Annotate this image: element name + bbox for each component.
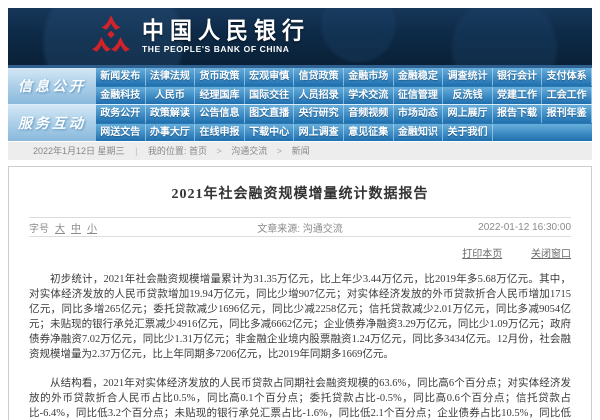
breadcrumb-separator: > bbox=[277, 146, 282, 156]
nav-item[interactable]: 货币政策 bbox=[195, 68, 245, 86]
nav-item[interactable]: 网上调查 bbox=[294, 124, 344, 141]
nav-item[interactable]: 支付体系 bbox=[542, 68, 592, 86]
article-panel: 2021年社会融资规模增量统计数据报告 字号 大中小 文章来源: 沟通交流 20… bbox=[8, 166, 592, 420]
nav-item[interactable]: 金融科技 bbox=[96, 87, 146, 104]
breadcrumb-separator: > bbox=[216, 146, 221, 156]
nav-item[interactable]: 反洗钱 bbox=[443, 87, 493, 104]
article-body: 初步统计，2021年社会融资规模增量累计为31.35万亿元，比上年少3.44万亿… bbox=[29, 272, 571, 420]
nav-item[interactable]: 征信管理 bbox=[394, 87, 444, 104]
nav-row: 金融科技人民币经理国库国际交往人员招录学术交流征信管理反洗钱党建工作工会工作 bbox=[96, 86, 592, 104]
nav-section-information-disclosure: 信息公开 新闻发布法律法规货币政策宏观审慎信贷政策金融市场金融稳定调查统计银行会… bbox=[8, 68, 592, 104]
nav-label-service-interaction[interactable]: 服务互动 bbox=[8, 105, 96, 141]
nav-item[interactable]: 网送文告 bbox=[96, 124, 146, 141]
nav-item[interactable]: 工会工作 bbox=[542, 87, 592, 104]
nav-section-service-interaction: 服务互动 政务公开政策解读公告信息图文直播央行研究音频视频市场动态网上展厅报告下… bbox=[8, 104, 592, 141]
nav-item[interactable]: 信贷政策 bbox=[294, 68, 344, 86]
nav-item[interactable]: 政务公开 bbox=[96, 105, 146, 123]
font-size-option[interactable]: 小 bbox=[87, 220, 97, 235]
breadcrumb-location-label: 我的位置: bbox=[148, 146, 187, 156]
article-title: 2021年社会融资规模增量统计数据报告 bbox=[29, 183, 571, 203]
nav-item[interactable]: 报刊年鉴 bbox=[542, 105, 592, 123]
nav-item[interactable]: 报告下载 bbox=[493, 105, 543, 123]
nav-item[interactable]: 银行会计 bbox=[493, 68, 543, 86]
nav-item[interactable]: 央行研究 bbox=[294, 105, 344, 123]
font-size-label: 字号 bbox=[29, 220, 49, 235]
nav-row: 政务公开政策解读公告信息图文直播央行研究音频视频市场动态网上展厅报告下载报刊年鉴 bbox=[96, 105, 592, 123]
nav-item[interactable]: 公告信息 bbox=[195, 105, 245, 123]
bank-name-english: THE PEOPLE'S BANK OF CHINA bbox=[142, 44, 310, 54]
article-source: 文章来源: 沟通交流 bbox=[204, 220, 396, 235]
nav-item[interactable]: 意见征集 bbox=[344, 124, 394, 141]
nav-row: 网送文告办事大厅在线申报下载中心网上调查意见征集金融知识关于我们 bbox=[96, 123, 592, 141]
nav-item[interactable]: 办事大厅 bbox=[146, 124, 196, 141]
nav-item[interactable]: 金融知识 bbox=[394, 124, 444, 141]
breadcrumb-link-news[interactable]: 新闻 bbox=[292, 146, 310, 156]
print-page-link[interactable]: 打印本页 bbox=[462, 249, 502, 260]
nav-item[interactable]: 关于我们 bbox=[443, 124, 493, 141]
article-paragraph: 从结构看，2021年对实体经济发放的人民币贷款占同期社会融资规模的63.6%，同… bbox=[29, 376, 571, 420]
nav-item[interactable]: 新闻发布 bbox=[96, 68, 146, 86]
nav-item[interactable]: 调查统计 bbox=[443, 68, 493, 86]
breadcrumb: 2022年1月12日 星期三 | 我的位置: 首页 > 沟通交流 > 新闻 bbox=[8, 142, 592, 160]
nav-item[interactable]: 下载中心 bbox=[245, 124, 295, 141]
nav-item[interactable]: 人民币 bbox=[146, 87, 196, 104]
article-datetime: 2022-01-12 16:30:00 bbox=[396, 222, 571, 233]
nav-item[interactable]: 图文直播 bbox=[245, 105, 295, 123]
nav-item[interactable]: 政策解读 bbox=[146, 105, 196, 123]
nav-item[interactable]: 学术交流 bbox=[344, 87, 394, 104]
nav-item[interactable]: 党建工作 bbox=[493, 87, 543, 104]
breadcrumb-date: 2022年1月12日 星期三 bbox=[33, 146, 125, 156]
article-actions: 打印本页 关闭窗口 bbox=[29, 245, 571, 260]
close-window-link[interactable]: 关闭窗口 bbox=[531, 249, 571, 260]
nav-item[interactable]: 国际交往 bbox=[245, 87, 295, 104]
breadcrumb-link-communication[interactable]: 沟通交流 bbox=[231, 146, 267, 156]
nav-item[interactable]: 金融市场 bbox=[344, 68, 394, 86]
nav-item[interactable]: 经理国库 bbox=[195, 87, 245, 104]
nav-item[interactable]: 金融稳定 bbox=[394, 68, 444, 86]
nav-label-information-disclosure[interactable]: 信息公开 bbox=[8, 68, 96, 104]
site-header: 中国人民银行 THE PEOPLE'S BANK OF CHINA bbox=[8, 8, 592, 68]
font-size-options: 大中小 bbox=[55, 220, 97, 235]
nav-row: 新闻发布法律法规货币政策宏观审慎信贷政策金融市场金融稳定调查统计银行会计支付体系 bbox=[96, 68, 592, 86]
nav-item[interactable]: 法律法规 bbox=[146, 68, 196, 86]
pboc-logo-icon bbox=[92, 14, 130, 60]
font-size-option[interactable]: 中 bbox=[71, 220, 81, 235]
nav-item[interactable]: 音频视频 bbox=[344, 105, 394, 123]
pboc-webpage: 中国人民银行 THE PEOPLE'S BANK OF CHINA 信息公开 新… bbox=[0, 0, 600, 420]
nav-item[interactable]: 宏观审慎 bbox=[245, 68, 295, 86]
nav-item[interactable]: 市场动态 bbox=[394, 105, 444, 123]
font-size-option[interactable]: 大 bbox=[55, 220, 65, 235]
article-paragraph: 初步统计，2021年社会融资规模增量累计为31.35万亿元，比上年少3.44万亿… bbox=[29, 272, 571, 362]
article-meta-row: 字号 大中小 文章来源: 沟通交流 2022-01-12 16:30:00 bbox=[29, 217, 571, 237]
nav-item[interactable]: 在线申报 bbox=[195, 124, 245, 141]
bank-name-chinese: 中国人民银行 bbox=[142, 18, 310, 43]
breadcrumb-link-home[interactable]: 首页 bbox=[189, 146, 207, 156]
nav-item[interactable]: 网上展厅 bbox=[443, 105, 493, 123]
nav-item[interactable]: 人员招录 bbox=[294, 87, 344, 104]
breadcrumb-divider: | bbox=[135, 146, 137, 156]
